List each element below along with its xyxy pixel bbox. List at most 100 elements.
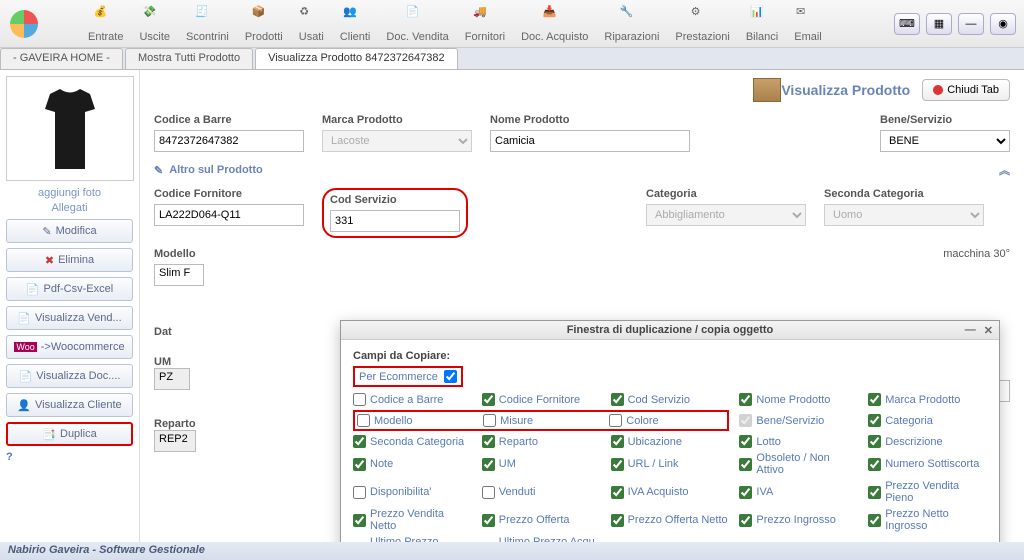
duplica-button[interactable]: 📑Duplica <box>6 422 133 446</box>
toolbar-fornitori[interactable]: 🚚Fornitori <box>465 5 505 43</box>
checkbox-reparto[interactable] <box>482 435 495 448</box>
modello-input[interactable]: Slim F <box>154 264 204 286</box>
checkbox-colore[interactable] <box>609 414 622 427</box>
check-seconda-categoria[interactable]: Seconda Categoria <box>353 435 472 448</box>
codice-barre-input[interactable] <box>154 130 304 152</box>
um-input[interactable]: PZ <box>154 368 190 390</box>
view-client-button[interactable]: 👤Visualizza Cliente <box>6 393 133 417</box>
check-ult-prezzo-acq-netto[interactable]: Ultimo Prezzo Acqu. Netto <box>482 536 601 542</box>
minimize-button[interactable]: — <box>958 13 984 35</box>
check-iva[interactable]: IVA <box>739 480 858 504</box>
modal-minimize[interactable]: — <box>965 324 976 337</box>
check-categoria[interactable]: Categoria <box>868 410 987 431</box>
checkbox-descrizione[interactable] <box>868 435 881 448</box>
cod-fornitore-input[interactable] <box>154 204 304 226</box>
collapse-icon[interactable]: ︽ <box>999 162 1010 178</box>
tile-button[interactable]: ▦ <box>926 13 952 35</box>
checkbox-categoria[interactable] <box>868 414 881 427</box>
bene-select[interactable]: BENE <box>880 130 1010 152</box>
view-doc-button[interactable]: 📄Visualizza Doc.... <box>6 364 133 388</box>
checkbox-nome_prodotto[interactable] <box>739 393 752 406</box>
toolbar-clienti[interactable]: 👥Clienti <box>340 5 371 43</box>
checkbox-cod_servizio[interactable] <box>611 393 624 406</box>
toolbar-prestazioni[interactable]: ⚙Prestazioni <box>675 5 729 43</box>
help-icon[interactable]: ? <box>6 451 133 463</box>
checkbox-um[interactable] <box>482 458 495 471</box>
nome-input[interactable] <box>490 130 690 152</box>
check-ricarico[interactable]: %Ricarico <box>611 536 730 542</box>
elimina-button[interactable]: ✖Elimina <box>6 248 133 272</box>
check-venduti[interactable]: Venduti <box>482 480 601 504</box>
checkbox-p_ingrosso[interactable] <box>739 514 752 527</box>
add-photo-link[interactable]: aggiungi foto <box>6 187 133 199</box>
categoria-select[interactable]: Abbigliamento <box>646 204 806 226</box>
modifica-button[interactable]: ✎Modifica <box>6 219 133 243</box>
checkbox-obsoleto[interactable] <box>739 458 752 471</box>
checkbox-iva[interactable] <box>739 486 752 499</box>
check-modello[interactable]: Modello <box>357 414 473 427</box>
checkbox-pv_pieno[interactable] <box>868 486 881 499</box>
woocommerce-button[interactable]: Woo->Woocommerce <box>6 335 133 359</box>
cod-servizio-input[interactable] <box>330 210 460 232</box>
check-um[interactable]: UM <box>482 452 601 476</box>
check-codice-fornitore[interactable]: Codice Fornitore <box>482 393 601 406</box>
keyboard-button[interactable]: ⌨ <box>894 13 920 35</box>
check-p-netto-ingr[interactable]: Prezzo Netto Ingrosso <box>868 508 987 532</box>
reparto-input[interactable]: REP2 <box>154 430 196 452</box>
check-data-scad[interactable]: Data Scadenza <box>739 536 858 542</box>
modal-close[interactable]: ✕ <box>984 324 993 337</box>
check-pv-pieno[interactable]: Prezzo Vendita Pieno <box>868 480 987 504</box>
checkbox-url[interactable] <box>611 458 624 471</box>
check-p-offerta[interactable]: Prezzo Offerta <box>482 508 601 532</box>
toolbar-entrate[interactable]: 💰Entrate <box>88 5 123 43</box>
checkbox-ult_prezzo_acq[interactable] <box>353 542 366 543</box>
check-lotto[interactable]: Lotto <box>739 435 858 448</box>
check-misure[interactable]: Misure <box>483 414 599 427</box>
toolbar-email[interactable]: ✉Email <box>794 5 822 43</box>
check-bene-servizio[interactable]: Bene/Servizio <box>739 410 858 431</box>
checkbox-codice_fornitore[interactable] <box>482 393 495 406</box>
pdfcsv-button[interactable]: 📄Pdf-Csv-Excel <box>6 277 133 301</box>
checkbox-pv_netto[interactable] <box>353 514 366 527</box>
tab-view-product[interactable]: Visualizza Prodotto 8472372647382 <box>255 48 458 69</box>
check-url[interactable]: URL / Link <box>611 452 730 476</box>
check-reparto[interactable]: Reparto <box>482 435 601 448</box>
check-ubicazione[interactable]: Ubicazione <box>611 435 730 448</box>
circle-button[interactable]: ◉ <box>990 13 1016 35</box>
check-note[interactable]: Note <box>353 452 472 476</box>
toolbar-bilanci[interactable]: 📊Bilanci <box>746 5 778 43</box>
checkbox-data_scad[interactable] <box>739 542 752 543</box>
checkbox-bene_servizio[interactable] <box>739 414 752 427</box>
checkbox-misure[interactable] <box>483 414 496 427</box>
attachments-link[interactable]: Allegati <box>6 202 133 214</box>
check-ult-prezzo-acq[interactable]: Ultimo Prezzo Acquisto <box>353 536 472 542</box>
close-tab-button[interactable]: Chiudi Tab <box>922 79 1010 101</box>
checkbox-note[interactable] <box>353 458 366 471</box>
check-disponibilita[interactable]: Disponibilita' <box>353 480 472 504</box>
checkbox-seconda_categoria[interactable] <box>353 435 366 448</box>
view-vend-button[interactable]: 📄Visualizza Vend... <box>6 306 133 330</box>
check-num-sotto[interactable]: Numero Sottiscorta <box>868 452 987 476</box>
seconda-cat-select[interactable]: Uomo <box>824 204 984 226</box>
checkbox-lotto[interactable] <box>739 435 752 448</box>
toolbar-doc--vendita[interactable]: 📄Doc. Vendita <box>386 5 448 43</box>
check-marca-prodotto[interactable]: Marca Prodotto <box>868 393 987 406</box>
checkbox-codice_barre[interactable] <box>353 393 366 406</box>
check-colore[interactable]: Colore <box>609 414 725 427</box>
checkbox-ult_prezzo_acq_netto[interactable] <box>482 542 495 543</box>
checkbox-modello[interactable] <box>357 414 370 427</box>
toolbar-riparazioni[interactable]: 🔧Riparazioni <box>604 5 659 43</box>
checkbox-num_sotto[interactable] <box>868 458 881 471</box>
toolbar-scontrini[interactable]: 🧾Scontrini <box>186 5 229 43</box>
check-cod-servizio[interactable]: Cod Servizio <box>611 393 730 406</box>
check-codice-barre[interactable]: Codice a Barre <box>353 393 472 406</box>
check-pv-netto[interactable]: Prezzo Vendita Netto <box>353 508 472 532</box>
check-p-ingrosso[interactable]: Prezzo Ingrosso <box>739 508 858 532</box>
toolbar-usati[interactable]: ♻Usati <box>299 5 324 43</box>
check-iva-acq[interactable]: IVA Acquisto <box>611 480 730 504</box>
checkbox-venduti[interactable] <box>482 486 495 499</box>
tab-home[interactable]: - GAVEIRA HOME - <box>0 48 123 69</box>
checkbox-ricarico[interactable] <box>611 542 624 543</box>
marca-select[interactable]: Lacoste <box>322 130 472 152</box>
checkbox-marca_prodotto[interactable] <box>868 393 881 406</box>
